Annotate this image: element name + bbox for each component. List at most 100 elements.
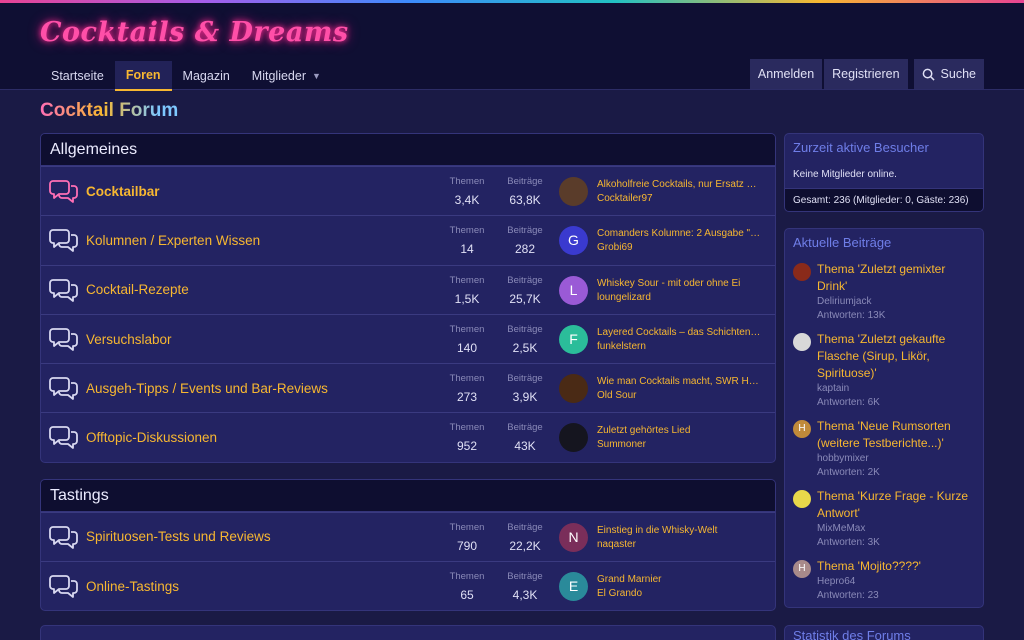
last-post-title[interactable]: Comanders Kolumne: 2 Ausgabe "… [597,227,767,241]
last-post: Zuletzt gehörtes Lied Summoner [597,424,767,452]
themen-label: Themen [449,521,485,533]
recent-post-title[interactable]: Thema 'Zuletzt gekaufte Flasche (Sirup, … [817,331,975,382]
visitors-total: Gesamt: 236 (Mitglieder: 0, Gäste: 236) [785,188,983,211]
avatar[interactable] [793,490,811,508]
recent-posts-list: Thema 'Zuletzt gemixter Drink' Deliriumj… [785,257,983,607]
last-post-title[interactable]: Einstieg in die Whisky-Welt [597,524,767,538]
last-post-user[interactable]: Summoner [597,438,767,452]
search-label: Suche [940,67,976,81]
recent-post-user[interactable]: MixMeMax [817,522,975,536]
category-title[interactable]: Allgemeines [41,134,775,166]
avatar[interactable] [793,333,811,351]
last-post-user[interactable]: Old Sour [597,389,767,403]
themen-stat: Themen 952 [442,422,492,455]
forum-node: Offtopic-Diskussionen Themen 952 Beiträge… [41,412,775,461]
category-block: Tastings Spirituosen-Tests und Reviews T… [40,478,776,612]
last-post-title[interactable]: Whiskey Sour - mit oder ohne Ei [597,277,767,291]
forum-node: Online-Tastings Themen 65 Beiträge 4,3K E … [41,561,775,610]
beitraege-count: 43K [514,439,536,454]
login-button[interactable]: Anmelden [749,59,823,89]
comments-icon [49,573,79,599]
themen-count: 790 [456,538,478,553]
recent-post-title[interactable]: Thema 'Kurze Frage - Kurze Antwort' [817,488,975,522]
beitraege-stat: Beiträge 22,2K [500,522,550,555]
recent-post-title[interactable]: Thema 'Neue Rumsorten (weitere Testberic… [817,418,975,452]
last-post-user[interactable]: El Grando [597,587,767,601]
search-button[interactable]: Suche [913,59,984,89]
forum-node-title[interactable]: Versuchslabor [86,332,172,347]
last-post: Layered Cocktails – das Schichten… funke… [597,326,767,354]
last-post-user[interactable]: naqaster [597,538,767,552]
category-block: Allgemeines Cocktailbar Themen 3,4K Beitr… [40,133,776,463]
comments-icon [49,277,79,303]
register-button[interactable]: Registrieren [824,59,908,89]
last-post-user[interactable]: Grobi69 [597,241,767,255]
avatar[interactable] [559,423,588,453]
recent-post-user[interactable]: Hepro64 [817,575,975,589]
comments-icon [49,424,79,450]
avatar[interactable]: N [559,522,588,552]
comments-icon [49,178,79,204]
avatar[interactable]: G [559,226,588,256]
last-post-title[interactable]: Wie man Cocktails macht, SWR H… [597,375,767,389]
avatar[interactable]: L [559,275,588,305]
recent-post: H Thema 'Neue Rumsorten (weitere Testber… [785,414,983,484]
last-post: Whiskey Sour - mit oder ohne Ei loungeli… [597,277,767,305]
category-title[interactable]: Tastings [41,479,775,512]
chevron-down-icon[interactable]: ▼ [312,62,321,90]
page-title: Cocktail Forum [40,100,179,121]
beitraege-count: 4,3K [512,588,538,603]
recent-post-user[interactable]: hobbymixer [817,452,975,466]
visitors-block: Zurzeit aktive Besucher Keine Mitglieder… [784,133,984,212]
last-post-title[interactable]: Layered Cocktails – das Schichten… [597,326,767,340]
avatar[interactable]: H [793,560,811,578]
last-post-user[interactable]: Cocktailer97 [597,192,767,206]
site-header: Cocktails & Dreams Startseite Foren Maga… [0,3,1024,91]
last-post-title[interactable]: Zuletzt gehörtes Lied [597,424,767,438]
nav-magazin[interactable]: Magazin [172,61,241,91]
recent-post-user[interactable]: Deliriumjack [817,295,975,309]
last-post-user[interactable]: loungelizard [597,291,767,305]
avatar[interactable]: E [559,572,588,602]
recent-post-replies: Antworten: 3K [817,537,880,548]
recent-post-title[interactable]: Thema 'Zuletzt gemixter Drink' [817,261,975,295]
last-post-title[interactable]: Alkoholfreie Cocktails, nur Ersatz … [597,178,767,192]
themen-stat: Themen 1,5K [442,275,492,308]
avatar[interactable]: F [559,324,588,354]
recent-post-replies: Antworten: 13K [817,310,886,321]
recent-post-user[interactable]: kaptain [817,382,975,396]
avatar[interactable] [559,177,588,206]
site-logo[interactable]: Cocktails & Dreams [40,17,349,48]
nav-mitglieder[interactable]: Mitglieder ▼ [241,61,332,91]
search-icon [922,68,935,81]
nav-foren[interactable]: Foren [114,61,172,91]
visitors-text: Keine Mitglieder online. [793,169,897,180]
forum-node: Kolumnen / Experten Wissen Themen 14 Beit… [41,215,775,264]
forum-node-title[interactable]: Offtopic-Diskussionen [86,430,217,445]
beitraege-label: Beiträge [507,274,543,286]
last-post: Alkoholfreie Cocktails, nur Ersatz … Coc… [597,178,767,206]
beitraege-label: Beiträge [507,571,543,583]
forum-node-title[interactable]: Kolumnen / Experten Wissen [86,233,260,248]
stats-block-title[interactable]: Statistik des Forums [784,625,984,640]
forum-node-title[interactable]: Spirituosen-Tests und Reviews [86,529,271,544]
last-post-user[interactable]: funkelstern [597,340,767,354]
themen-stat: Themen 140 [442,324,492,357]
themen-count: 140 [456,340,478,355]
nav-startseite[interactable]: Startseite [40,61,115,91]
forum-node-title[interactable]: Cocktailbar [86,184,160,199]
visitors-title[interactable]: Zurzeit aktive Besucher [785,134,983,162]
last-post-title[interactable]: Grand Marnier [597,573,767,587]
recent-post: H Thema 'Mojito????' Hepro64 Antworten: … [785,554,983,607]
avatar[interactable] [793,263,811,281]
beitraege-count: 22,2K [509,538,541,553]
avatar[interactable]: H [793,420,811,438]
themen-label: Themen [449,571,485,583]
forum-node-title[interactable]: Online-Tastings [86,579,179,594]
recent-post-title[interactable]: Thema 'Mojito????' [817,558,975,575]
beitraege-label: Beiträge [507,422,543,434]
forum-node-title[interactable]: Cocktail-Rezepte [86,282,189,297]
forum-node-title[interactable]: Ausgeh-Tipps / Events und Bar-Reviews [86,381,328,396]
avatar[interactable] [559,374,588,404]
recent-posts-title[interactable]: Aktuelle Beiträge [785,229,983,257]
